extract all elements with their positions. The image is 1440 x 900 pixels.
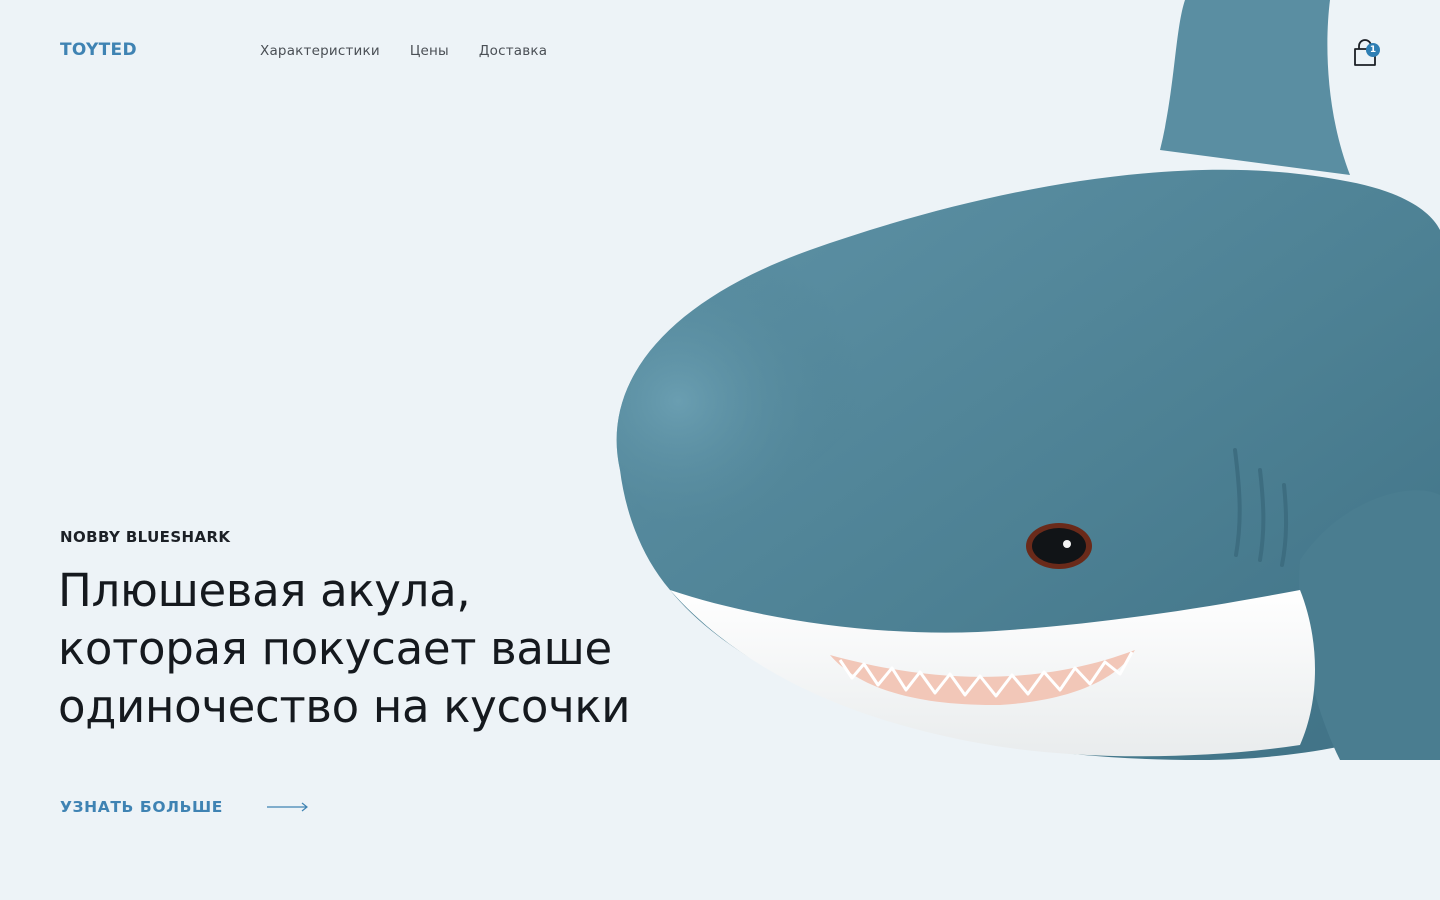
headline-line: одиночество на кусочки	[58, 680, 631, 733]
nav-item-prices[interactable]: Цены	[410, 43, 449, 59]
headline-line: которая покусает ваше	[58, 622, 612, 675]
product-subtitle: NOBBY BLUESHARK	[60, 528, 231, 546]
headline-line: Плюшевая акула,	[58, 564, 471, 617]
learn-more-link[interactable]: УЗНАТЬ БОЛЬШЕ	[60, 798, 309, 816]
hero-headline: Плюшевая акула, которая покусает ваше од…	[58, 562, 718, 736]
nav-item-characteristics[interactable]: Характеристики	[260, 43, 380, 59]
arrow-right-icon	[266, 802, 308, 812]
nav-item-delivery[interactable]: Доставка	[479, 43, 547, 59]
landing-page: TOYTED Характеристики Цены Доставка 1 NO…	[0, 0, 1440, 900]
main-nav: Характеристики Цены Доставка	[260, 43, 547, 59]
logo[interactable]: TOYTED	[60, 40, 137, 60]
learn-more-label: УЗНАТЬ БОЛЬШЕ	[60, 798, 223, 816]
